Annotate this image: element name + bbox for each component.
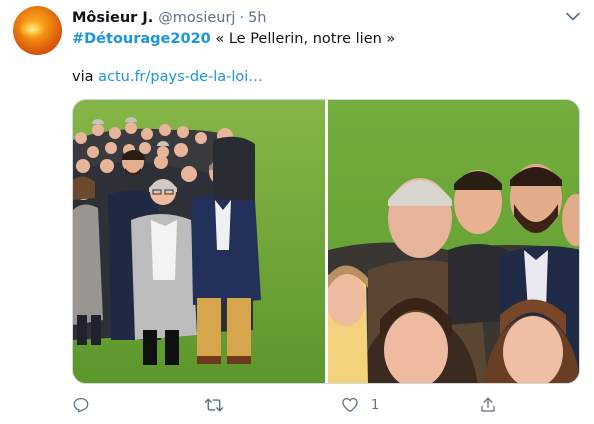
tweet-header: Môsieur J. @mosieurj · 5h [72, 8, 266, 28]
timestamp[interactable]: 5h [248, 10, 266, 26]
retweet-icon [204, 398, 224, 412]
group-photo-wide[interactable] [73, 100, 325, 383]
reply-icon [73, 397, 89, 413]
via-label: via [72, 69, 99, 85]
reply-button[interactable] [72, 394, 90, 416]
display-name[interactable]: Môsieur J. [72, 10, 153, 26]
separator: · [239, 10, 245, 26]
user-handle[interactable]: @mosieurj [158, 10, 235, 26]
group-photo-zoom-art [328, 100, 579, 383]
action-bar: 1 [72, 394, 580, 416]
group-photo-zoom[interactable] [328, 100, 579, 383]
share-button[interactable] [479, 394, 497, 416]
hashtag-link[interactable]: #Détourage2020 [72, 31, 211, 47]
article-link[interactable]: actu.fr/pays-de-la-loi… [98, 69, 263, 85]
avatar-flare [19, 20, 45, 38]
like-button[interactable]: 1 [341, 394, 379, 416]
share-icon [481, 397, 495, 412]
media-grid [72, 99, 580, 384]
chevron-down-icon [566, 12, 580, 20]
quote-text: « Le Pellerin, notre lien » [210, 31, 396, 47]
heart-icon [342, 397, 358, 413]
group-photo-wide-art [73, 100, 325, 383]
tweet[interactable]: Môsieur J. @mosieurj · 5h #Détourage2020… [0, 0, 594, 424]
retweet-button[interactable] [204, 394, 224, 416]
via-line: via actu.fr/pays-de-la-loi… [72, 69, 263, 85]
avatar[interactable] [13, 6, 62, 55]
more-options-button[interactable] [563, 8, 583, 24]
tweet-text: #Détourage2020 « Le Pellerin, notre lien… [72, 31, 395, 47]
like-count: 1 [371, 397, 380, 413]
